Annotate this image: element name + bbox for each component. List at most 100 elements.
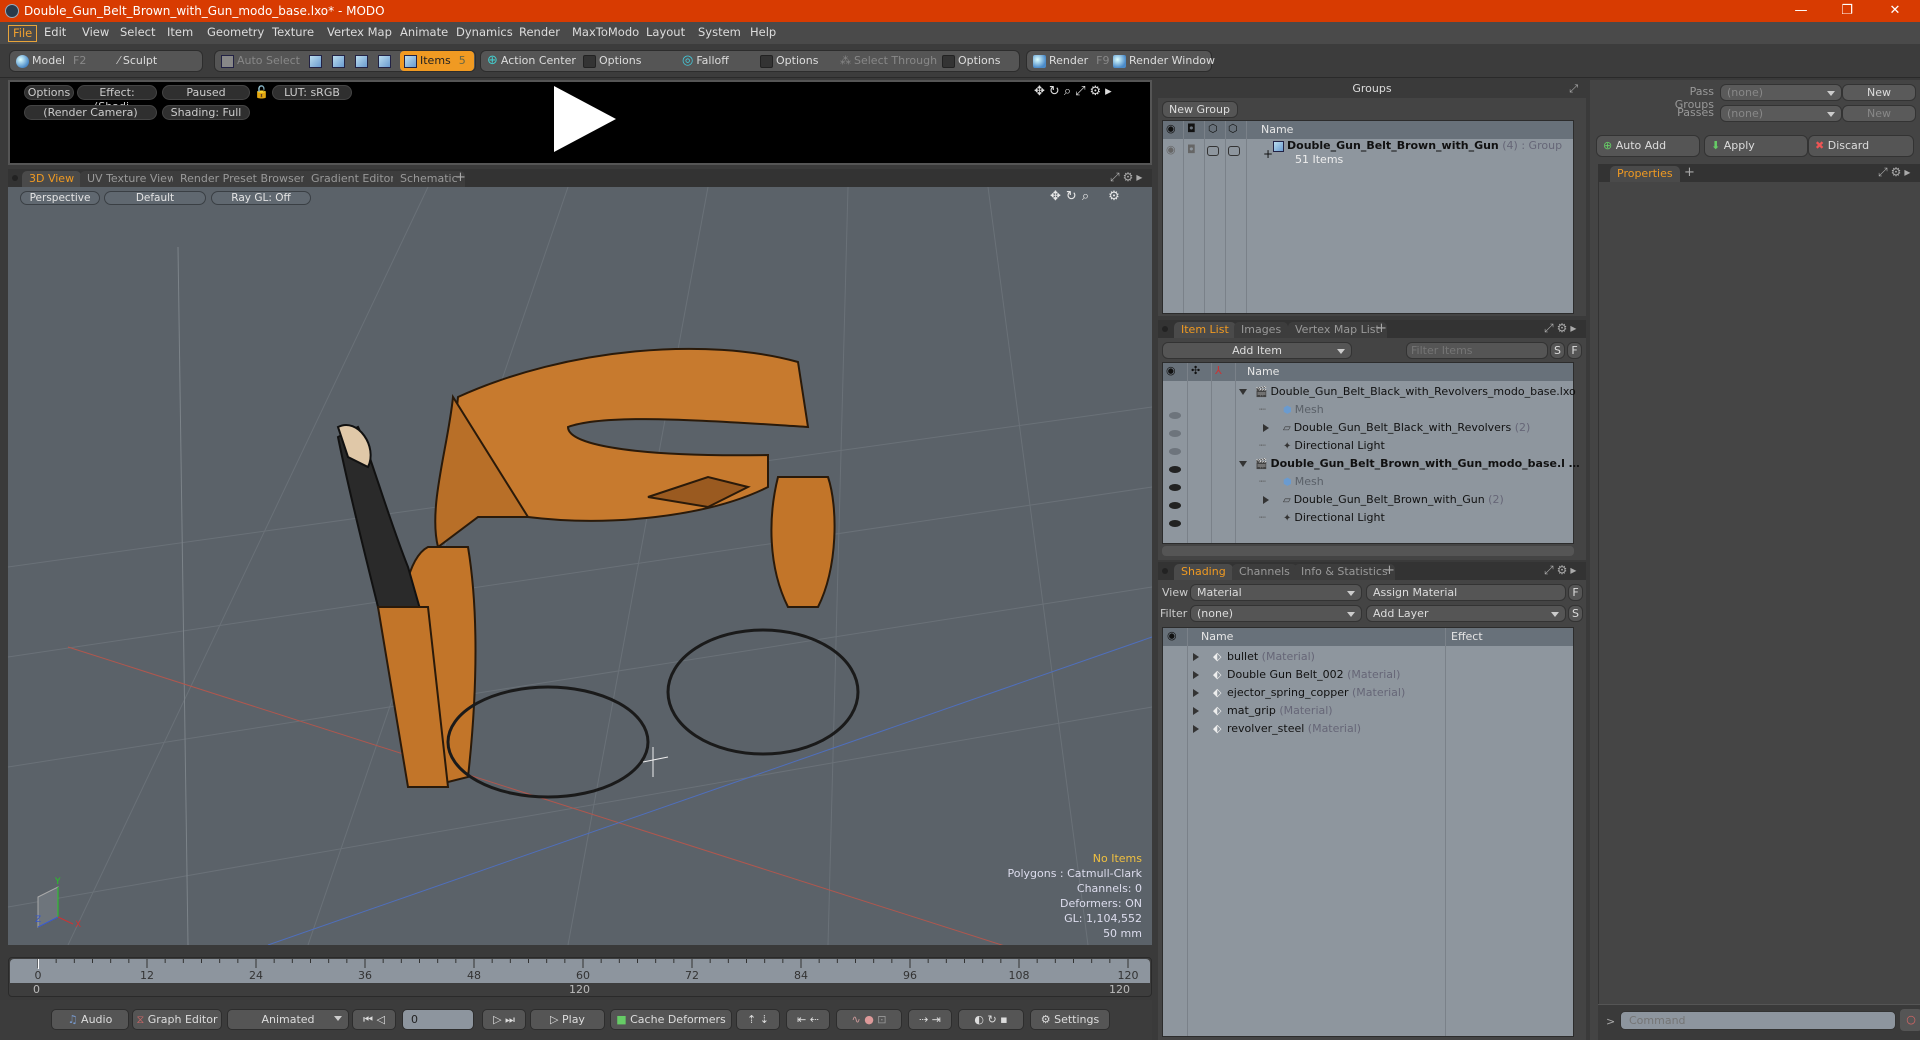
gear-icon[interactable]: ⚙ [1891,165,1905,179]
auto-key-icon[interactable]: ∿ [851,1013,860,1026]
render-toggle-icon[interactable]: ◘ [1187,141,1196,159]
select-through-button[interactable]: ⁂ Select Through [836,51,937,71]
expand-arrow-icon[interactable]: ▸ [1570,321,1579,335]
visibility-column-icon[interactable]: ◉ [1166,122,1176,135]
projection-dropdown[interactable]: Perspective [20,191,100,205]
view-dropdown[interactable]: Material [1190,584,1362,601]
visibility-column-icon[interactable]: ◉ [1167,629,1177,642]
key-filter-icon[interactable]: ⊡ [877,1013,886,1026]
filter-f-button[interactable]: F [1567,342,1582,359]
style-dropdown[interactable]: Default [104,191,206,205]
maximize-icon[interactable]: ⤢ [1075,84,1089,99]
visibility-toggle-icon[interactable]: ◉ [1166,141,1176,159]
menu-view[interactable]: View [78,25,113,42]
model-button[interactable]: Model F2 [12,51,108,71]
playhead[interactable] [38,959,39,969]
expand-right-icon[interactable] [1263,424,1269,432]
gear-icon[interactable]: ⚙ [1557,321,1571,335]
preview-effect-dropdown[interactable]: Effect: (Shadi… [77,85,157,113]
add-tab-icon[interactable]: + [455,170,466,185]
zoom-icon[interactable]: ⌕ [1082,189,1094,204]
maximize-icon[interactable]: ⤢ [1569,80,1578,98]
falloff-options-button[interactable]: Options [756,51,836,71]
filter-items-input[interactable] [1406,342,1548,359]
menu-maxtomodo[interactable]: MaxToModo [568,25,643,42]
restore-button[interactable]: ❐ [1824,0,1870,22]
f-button[interactable]: F [1568,584,1583,601]
new-group-button[interactable]: New Group [1162,101,1238,118]
timeline[interactable]: 0 12 24 36 48 60 72 84 96 108 120 0 120 120 [8,957,1152,997]
add-tab-icon[interactable]: + [1684,165,1695,180]
material-row[interactable]: ⬖ revolver_steel (Material) [1163,720,1573,738]
item-list-row[interactable]: ┈ ⬢ Mesh [1163,473,1573,491]
key-options-icon[interactable]: ◐ [974,1013,984,1026]
item-list-row[interactable]: ┈ ⬢ Mesh [1163,401,1573,419]
tab-gradient-editor[interactable]: Gradient Editor [304,171,402,187]
preview-options-button[interactable]: Options [24,85,74,100]
loop-icon[interactable]: ↻ [987,1013,996,1026]
audio-button[interactable]: ♫ Audio [51,1009,129,1030]
menu-texture[interactable]: Texture [268,25,318,42]
menu-dynamics[interactable]: Dynamics [452,25,517,42]
first-key-icon[interactable]: ⇤ [797,1013,806,1026]
expand-right-icon[interactable] [1193,671,1199,679]
expand-down-icon[interactable] [1239,461,1247,467]
item-list-row[interactable]: ┈ ✦ Directional Light [1163,509,1573,527]
action-center-options-button[interactable]: Options [579,51,659,71]
add-item-dropdown[interactable]: Add Item [1162,342,1352,359]
range-end[interactable]: 120 [1109,983,1130,996]
menu-layout[interactable]: Layout [642,25,689,42]
tab-channels[interactable]: Channels [1232,564,1297,580]
animated-dropdown[interactable]: Animated [227,1009,349,1030]
tab-schematic[interactable]: Schematic [393,171,465,187]
key-up-icon[interactable]: ⇡ [747,1013,756,1026]
add-layer-dropdown[interactable]: Add Layer [1366,605,1566,622]
expand-right-icon[interactable] [1193,707,1199,715]
material-row[interactable]: ⬖ mat_grip (Material) [1163,702,1573,720]
tab-3d-view[interactable]: 3D View [22,171,82,187]
tab-render-preset-browser[interactable]: Render Preset Browser [173,171,313,187]
gear-icon[interactable]: ⚙ [1108,189,1125,204]
tab-item-list[interactable]: Item List [1174,322,1236,338]
name-column-header[interactable]: Name [1247,365,1279,378]
add-tab-icon[interactable]: + [1376,321,1387,336]
auto-select-button[interactable]: Auto Select [217,51,300,71]
move-column-icon[interactable]: ✣ [1191,364,1200,377]
gear-icon[interactable]: ⚙ [1557,563,1571,577]
select-column-icon[interactable]: ⬡ [1228,122,1238,135]
menu-geometry[interactable]: Geometry [203,25,268,42]
passes-dropdown[interactable]: (none) [1720,105,1842,122]
visibility-eye-icon[interactable] [1169,514,1181,532]
shading-dropdown[interactable]: Shading: Full [162,105,250,120]
material-row[interactable]: ⬖ Double Gun Belt_002 (Material) [1163,666,1573,684]
pan-icon[interactable]: ✥ [1050,189,1066,204]
group-row[interactable]: ◉ ◘ + Double_Gun_Belt_Brown_with_Gun (4)… [1163,139,1573,171]
rotate-icon[interactable]: ↻ [1066,189,1082,204]
menu-vertex-map[interactable]: Vertex Map [323,25,396,42]
last-key-icon[interactable]: ⇥ [932,1013,941,1026]
expand-arrow-icon[interactable]: ▸ [1136,170,1145,184]
filter-s-button[interactable]: S [1550,342,1565,359]
item-list-row[interactable]: ┈ ✦ Directional Light [1163,437,1573,455]
assign-material-button[interactable]: Assign Material [1366,584,1566,601]
new-pass-button[interactable]: New [1842,105,1916,122]
settings-button[interactable]: ⚙ Settings [1030,1009,1110,1030]
locator-column-icon[interactable]: ⅄ [1215,364,1222,377]
zoom-icon[interactable]: ⌕ [1064,84,1075,99]
item-list-row[interactable]: ▱ Double_Gun_Belt_Black_with_Revolvers (2… [1163,419,1573,437]
play-preview-icon[interactable] [554,86,616,152]
materials-mode-button[interactable] [374,51,396,71]
visibility-column-icon[interactable]: ◉ [1166,364,1176,377]
tab-info-statistics[interactable]: Info & Statistics [1294,564,1395,580]
menu-system[interactable]: System [694,25,745,42]
pan-icon[interactable]: ✥ [1034,84,1049,99]
gear-icon[interactable]: ⚙ [1090,84,1106,99]
key-down-icon[interactable]: ⇣ [760,1013,769,1026]
expand-arrow-icon[interactable]: ▸ [1105,84,1116,99]
expand-right-icon[interactable] [1193,653,1199,661]
item-list-row[interactable]: ▱ Double_Gun_Belt_Brown_with_Gun (2) [1163,491,1573,509]
menu-animate[interactable]: Animate [396,25,452,42]
tab-images[interactable]: Images [1234,322,1289,338]
command-input[interactable] [1620,1011,1896,1030]
next-key-icon[interactable]: ▷ [493,1013,501,1026]
